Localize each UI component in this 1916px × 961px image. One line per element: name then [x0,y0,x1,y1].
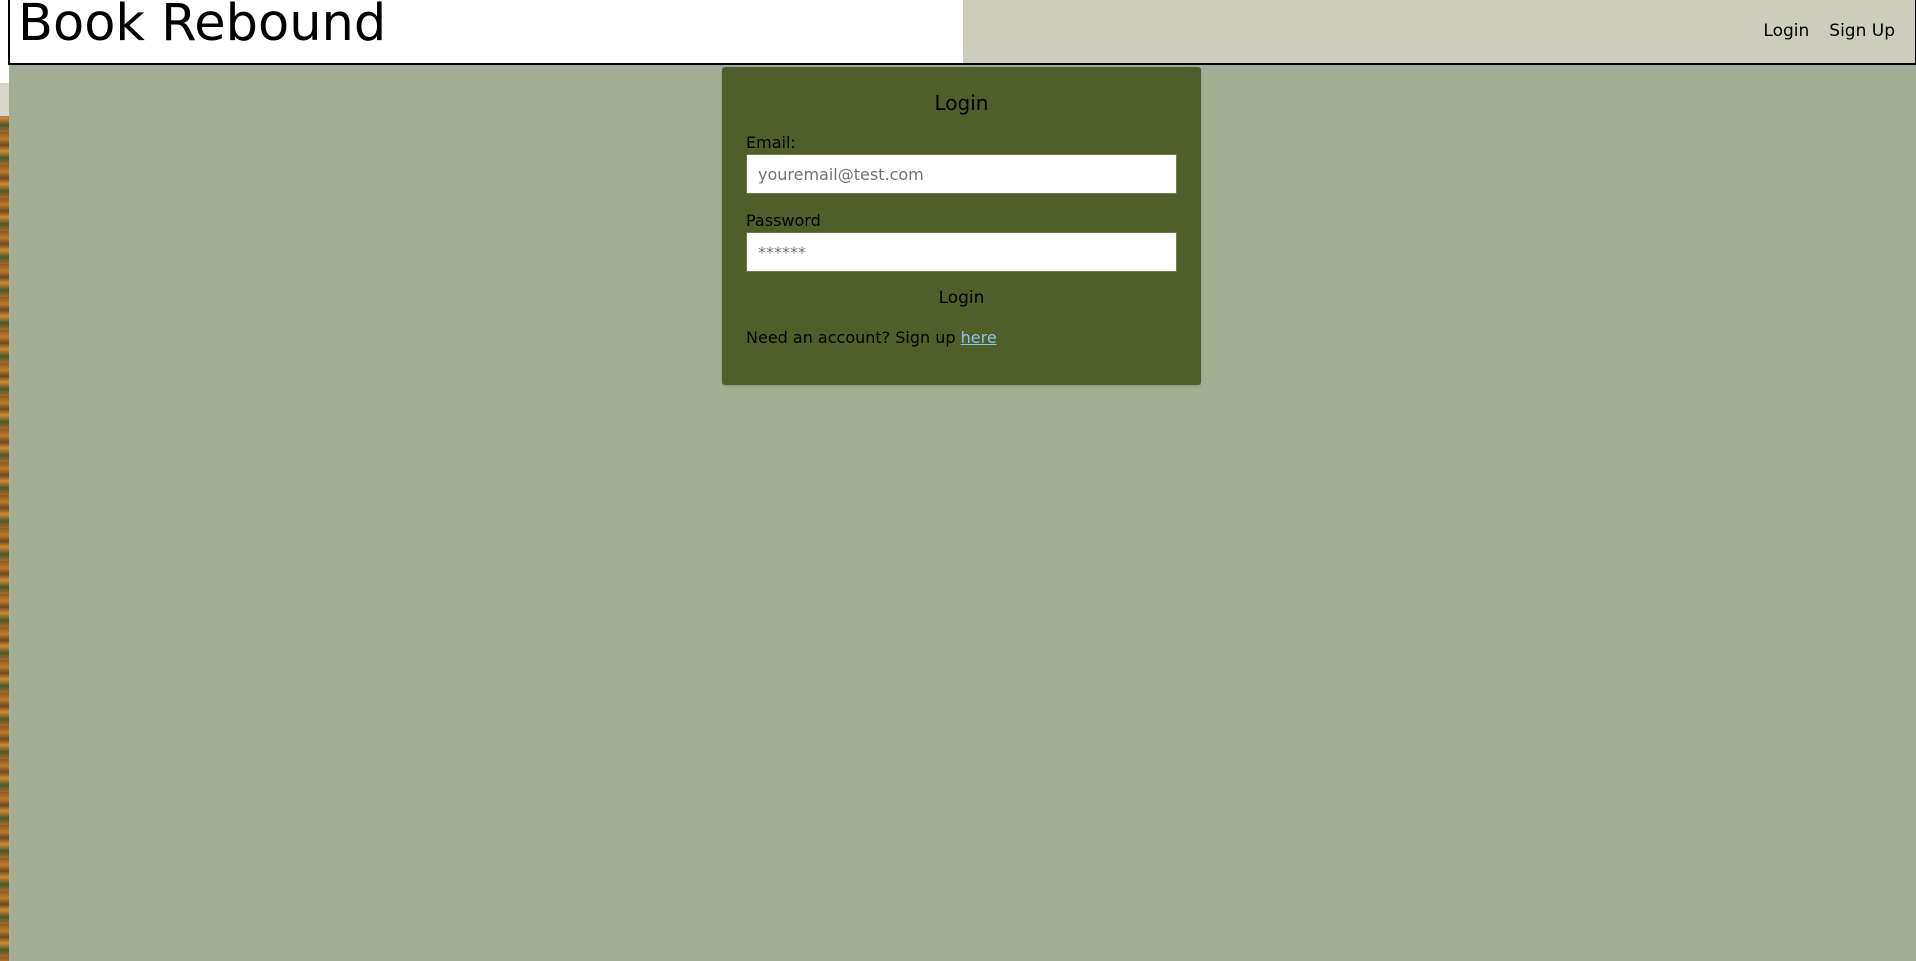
background-photo-band [0,83,9,116]
header-nav: Login Sign Up [1763,21,1895,41]
site-title: Book Rebound [18,0,387,53]
email-field[interactable] [746,154,1177,194]
signup-prompt-line: Need an account? Sign up here [746,328,1177,348]
login-title: Login [934,91,989,115]
signup-prompt-text: Need an account? Sign up [746,328,956,347]
background-photo-strip [0,0,9,961]
nav-signup-link[interactable]: Sign Up [1829,21,1895,41]
password-label: Password [746,211,821,230]
site-header: Book Rebound Login Sign Up [8,0,1916,65]
login-card: Login Email: Password Login Need an acco… [722,67,1201,385]
login-button[interactable]: Login [939,288,985,308]
signup-here-link[interactable]: here [961,328,997,347]
header-title-box: Book Rebound [10,0,963,63]
email-label: Email: [746,133,796,152]
password-field[interactable] [746,232,1177,272]
nav-login-link[interactable]: Login [1763,21,1809,41]
